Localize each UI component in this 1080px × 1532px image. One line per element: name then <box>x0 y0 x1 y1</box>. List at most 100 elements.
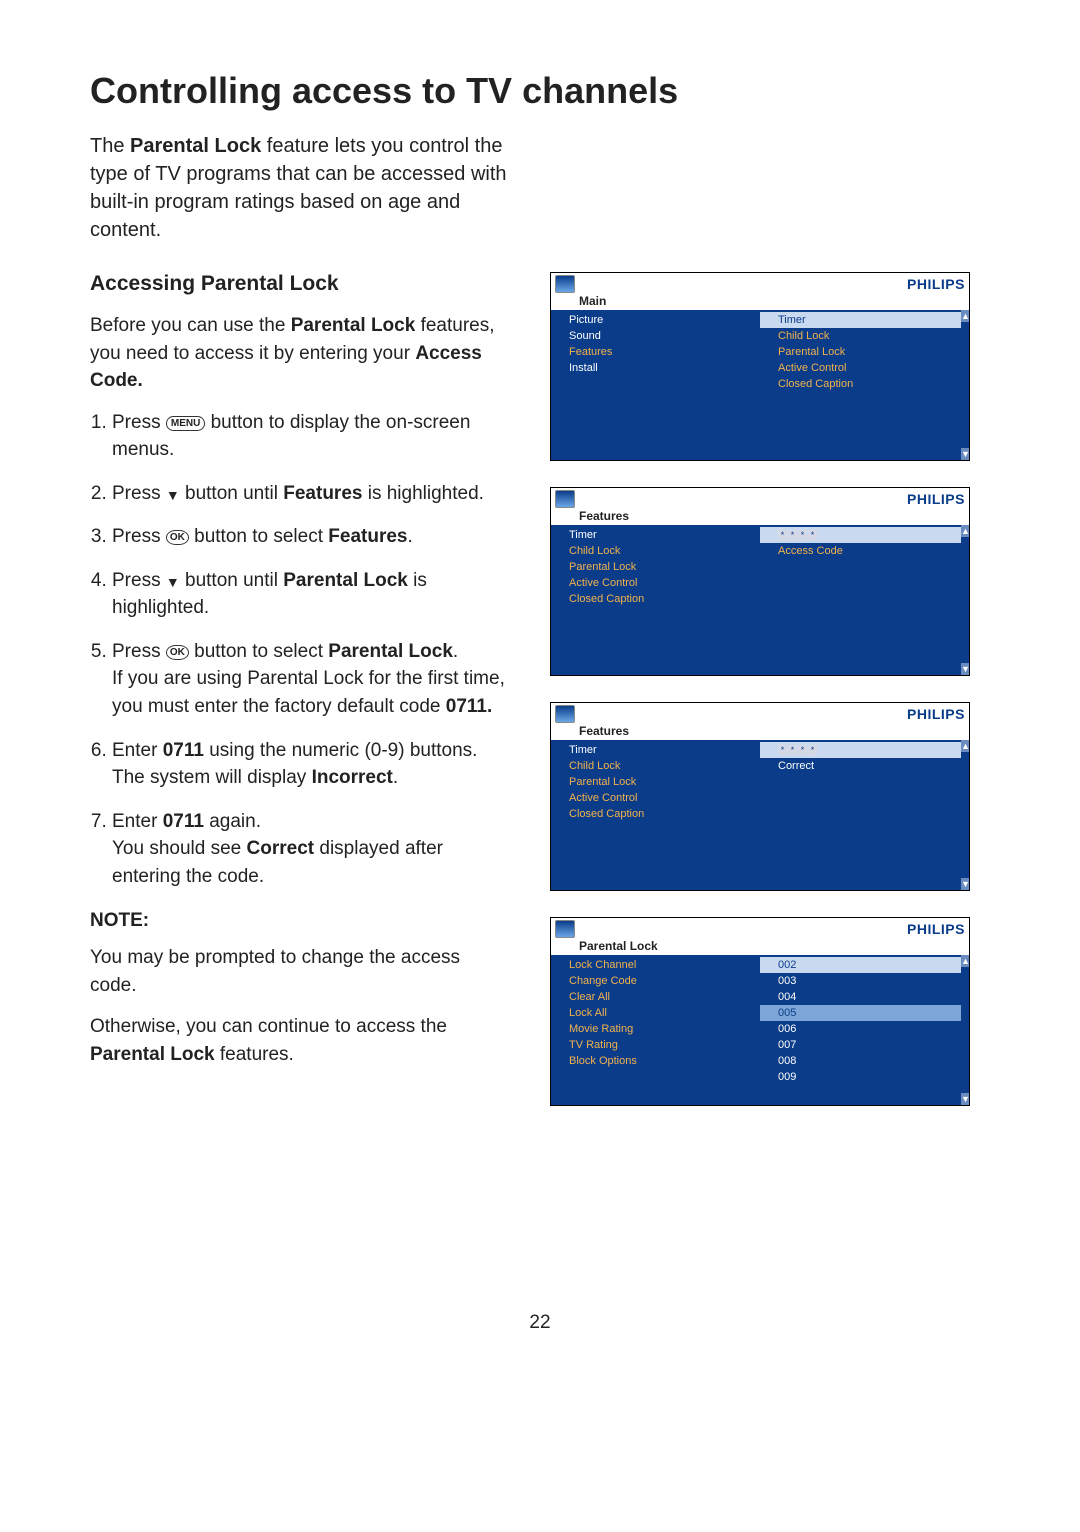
menu-item: Timer <box>551 742 760 758</box>
sub-heading: Accessing Parental Lock <box>90 272 510 296</box>
tv-brand: PHILIPS <box>907 706 965 722</box>
scroll-down-icon: ▼ <box>961 1093 969 1105</box>
tv-menu-title: Features <box>551 509 969 525</box>
menu-item: Access Code <box>760 543 969 559</box>
page-number: 22 <box>90 1312 990 1334</box>
t: button to select <box>189 526 328 547</box>
t: . <box>407 526 412 547</box>
t: Otherwise, you can continue to access th… <box>90 1016 447 1037</box>
note-1: You may be prompted to change the access… <box>90 944 510 999</box>
scroll-up-icon: ▲ <box>961 740 969 752</box>
tv-logo-icon <box>555 920 575 938</box>
menu-item: Child Lock <box>760 328 969 344</box>
tv-screenshot-correct: PHILIPS Features Timer Child Lock Parent… <box>550 702 970 891</box>
t: . <box>453 641 458 662</box>
channel-item: 003 <box>760 973 969 989</box>
t: Press <box>112 570 166 591</box>
menu-item: Active Control <box>760 360 969 376</box>
t: 0711 <box>163 811 204 832</box>
menu-right: * * * * Access Code <box>760 525 969 675</box>
page-heading: Controlling access to TV channels <box>90 70 990 112</box>
note-label: NOTE: <box>90 910 510 932</box>
channel-item: 007 <box>760 1037 969 1053</box>
channel-item: 008 <box>760 1053 969 1069</box>
menu-item: Block Options <box>551 1053 760 1069</box>
scroll-up-icon: ▲ <box>961 310 969 322</box>
menu-item: Closed Caption <box>551 806 760 822</box>
tv-logo-icon <box>555 275 575 293</box>
t: using the numeric (0-9) buttons. <box>204 740 478 761</box>
tv-menu-title: Parental Lock <box>551 939 969 955</box>
menu-item: Parental Lock <box>551 774 760 790</box>
menu-item: Clear All <box>551 989 760 1005</box>
t: is highlighted. <box>362 483 483 504</box>
note-2: Otherwise, you can continue to access th… <box>90 1013 510 1068</box>
menu-item: Child Lock <box>551 758 760 774</box>
t: button to select <box>189 641 328 662</box>
ok-button-icon: OK <box>166 530 189 545</box>
menu-left: Picture Sound Features Install <box>551 310 760 460</box>
menu-item: Movie Rating <box>551 1021 760 1037</box>
status-correct: Correct <box>760 758 969 774</box>
tv-menu-title: Main <box>551 294 969 310</box>
menu-item: Lock All <box>551 1005 760 1021</box>
t: again. <box>204 811 261 832</box>
scroll-down-icon: ▼ <box>961 448 969 460</box>
scroll-up-icon: ▲ <box>961 955 969 967</box>
t: The system will display <box>112 767 312 788</box>
t: Features <box>328 526 407 547</box>
menu-item: Child Lock <box>551 543 760 559</box>
t: Press <box>112 641 166 662</box>
t: button until <box>180 570 284 591</box>
menu-item-selected: Features <box>551 344 760 360</box>
ok-button-icon: OK <box>166 645 189 660</box>
menu-item: Sound <box>551 328 760 344</box>
channel-item-selected: 005 <box>760 1005 969 1021</box>
menu-item: Parental Lock <box>760 344 969 360</box>
tv-screenshot-main: PHILIPS Main Picture Sound Features Inst… <box>550 272 970 461</box>
down-arrow-icon: ▼ <box>166 487 180 503</box>
menu-item: Install <box>551 360 760 376</box>
step-5: Press OK button to select Parental Lock.… <box>112 638 510 721</box>
channel-item: 006 <box>760 1021 969 1037</box>
menu-item: Closed Caption <box>551 591 760 607</box>
scroll-down-icon: ▼ <box>961 663 969 675</box>
t: Parental Lock <box>90 1044 215 1065</box>
tv-menu-title: Features <box>551 724 969 740</box>
down-arrow-icon: ▼ <box>166 574 180 590</box>
scroll-down-icon: ▼ <box>961 878 969 890</box>
scrollbar: ▲ ▼ <box>961 740 969 890</box>
menu-button-icon: MENU <box>166 416 205 431</box>
menu-item: Closed Caption <box>760 376 969 392</box>
menu-item: Active Control <box>551 790 760 806</box>
menu-item: Picture <box>551 312 760 328</box>
tv-screenshot-access-code: PHILIPS Features Timer Child Lock Parent… <box>550 487 970 676</box>
menu-item: Parental Lock <box>551 559 760 575</box>
menu-right: Timer Child Lock Parental Lock Active Co… <box>760 310 969 460</box>
steps-list: Press MENU button to display the on-scre… <box>90 409 510 891</box>
code-entry-row: * * * * <box>760 742 969 758</box>
scroll-up-icon: ▲ <box>961 525 969 537</box>
t: button until <box>180 483 284 504</box>
scrollbar: ▲ ▼ <box>961 955 969 1105</box>
intro2: Before you can use the Parental Lock fea… <box>90 312 510 395</box>
t: features. <box>215 1044 294 1065</box>
intro-bold: Parental Lock <box>130 135 261 157</box>
menu-right: 002 003 004 005 006 007 008 009 <box>760 955 969 1105</box>
tv-brand: PHILIPS <box>907 276 965 292</box>
t: You should see <box>112 838 247 859</box>
channel-item: 002 <box>760 957 969 973</box>
t: Parental Lock <box>291 315 416 336</box>
menu-item-highlight: Timer <box>760 312 969 328</box>
t: Incorrect <box>312 767 393 788</box>
channel-item: 009 <box>760 1069 969 1085</box>
t: 0711. <box>446 696 493 717</box>
scrollbar: ▲ ▼ <box>961 310 969 460</box>
t: Parental Lock <box>328 641 453 662</box>
tv-logo-icon <box>555 705 575 723</box>
code-digit: * <box>788 745 797 755</box>
intro-paragraph: The Parental Lock feature lets you contr… <box>90 132 520 244</box>
intro-pre: The <box>90 135 130 157</box>
scrollbar: ▲ ▼ <box>961 525 969 675</box>
t: Parental Lock <box>283 570 408 591</box>
